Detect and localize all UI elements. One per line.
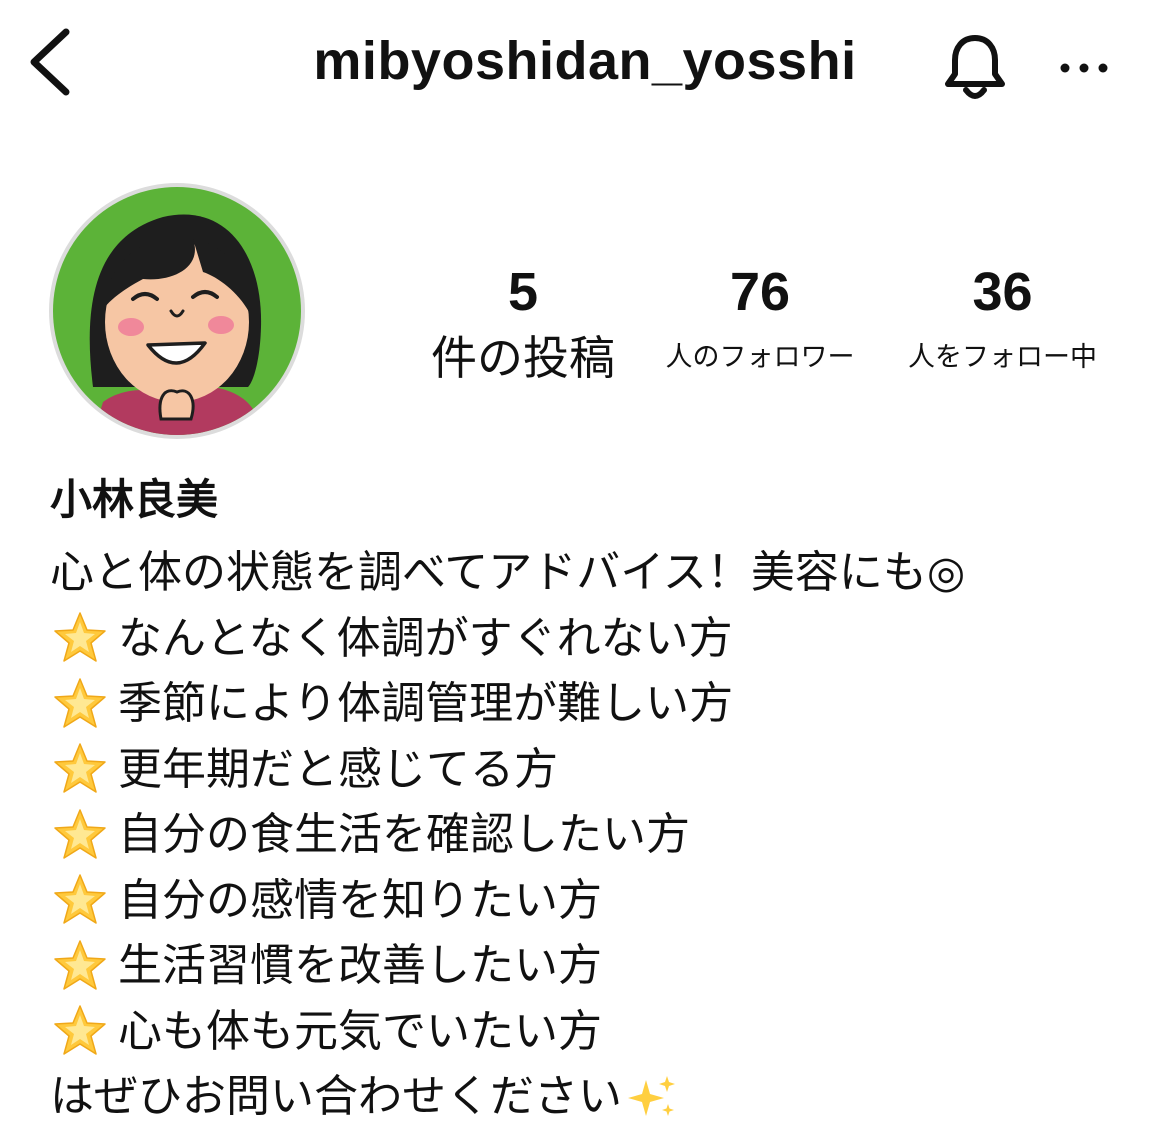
bio-closing: はぜひお問い合わせください — [50, 1064, 1160, 1130]
followers-count[interactable]: 76 人のフォロワー — [650, 262, 870, 378]
following-count-value: 36 — [972, 262, 1033, 322]
star-icon — [54, 612, 106, 662]
bio-item-text: 自分の感情を知りたい方 — [118, 874, 602, 926]
more-horizontal-icon — [1060, 63, 1108, 73]
more-options-button[interactable] — [1055, 50, 1115, 86]
notifications-button[interactable] — [940, 30, 1010, 105]
star-icon — [54, 874, 106, 924]
star-icon — [54, 743, 106, 793]
bio-item: 生活習慣を改善したい方 — [50, 933, 1160, 999]
posts-count: 5 件の投稿 — [418, 262, 628, 386]
bio-item: 心も体も元気でいたい方 — [50, 999, 1160, 1065]
bio-item-text: 心も体も元気でいたい方 — [118, 1005, 602, 1057]
bio-item: 更年期だと感じてる方 — [50, 737, 1160, 803]
star-icon — [54, 678, 106, 728]
bio-item-text: なんとなく体調がすぐれない方 — [118, 612, 733, 664]
star-icon — [54, 940, 106, 990]
bio-closing-text: はぜひお問い合わせください — [50, 1071, 622, 1122]
star-icon — [54, 809, 106, 859]
sparkles-icon — [628, 1075, 675, 1116]
following-count-label: 人をフォロー中 — [908, 342, 1097, 373]
bio-intro: 心と体の状態を調べてアドバイス！美容にも◎ — [50, 547, 966, 598]
profile-bio: 心と体の状態を調べてアドバイス！美容にも◎ なんとなく体調がすぐれない方 季節によ… — [50, 540, 1160, 1130]
avatar-illustration — [53, 187, 301, 435]
bio-item-list: なんとなく体調がすぐれない方 季節により体調管理が難しい方 更年期だと感じてる方 自分… — [50, 606, 1160, 1065]
posts-count-label: 件の投稿 — [431, 331, 615, 385]
bio-item-text: 生活習慣を改善したい方 — [118, 940, 602, 991]
bell-icon — [945, 35, 1005, 99]
bio-item: 自分の食生活を確認したい方 — [50, 802, 1160, 868]
followers-count-label: 人のフォロワー — [665, 342, 855, 373]
following-count[interactable]: 36 人をフォロー中 — [890, 262, 1115, 378]
bio-item-text: 季節により体調管理が難しい方 — [118, 678, 734, 729]
bio-item: 季節により体調管理が難しい方 — [50, 671, 1160, 737]
top-navigation-bar: mibyoshidan_yosshi — [0, 0, 1170, 140]
posts-count-value: 5 — [507, 262, 539, 322]
bio-item-text: 更年期だと感じてる方 — [118, 743, 558, 795]
star-icon — [54, 1005, 106, 1055]
followers-count-value: 76 — [729, 262, 791, 322]
display-name: 小林良美 — [50, 475, 219, 524]
profile-avatar[interactable] — [49, 183, 305, 439]
bio-item: 自分の感情を知りたい方 — [50, 868, 1160, 934]
bio-item-text: 自分の食生活を確認したい方 — [118, 809, 690, 860]
bio-item: なんとなく体調がすぐれない方 — [50, 606, 1160, 672]
